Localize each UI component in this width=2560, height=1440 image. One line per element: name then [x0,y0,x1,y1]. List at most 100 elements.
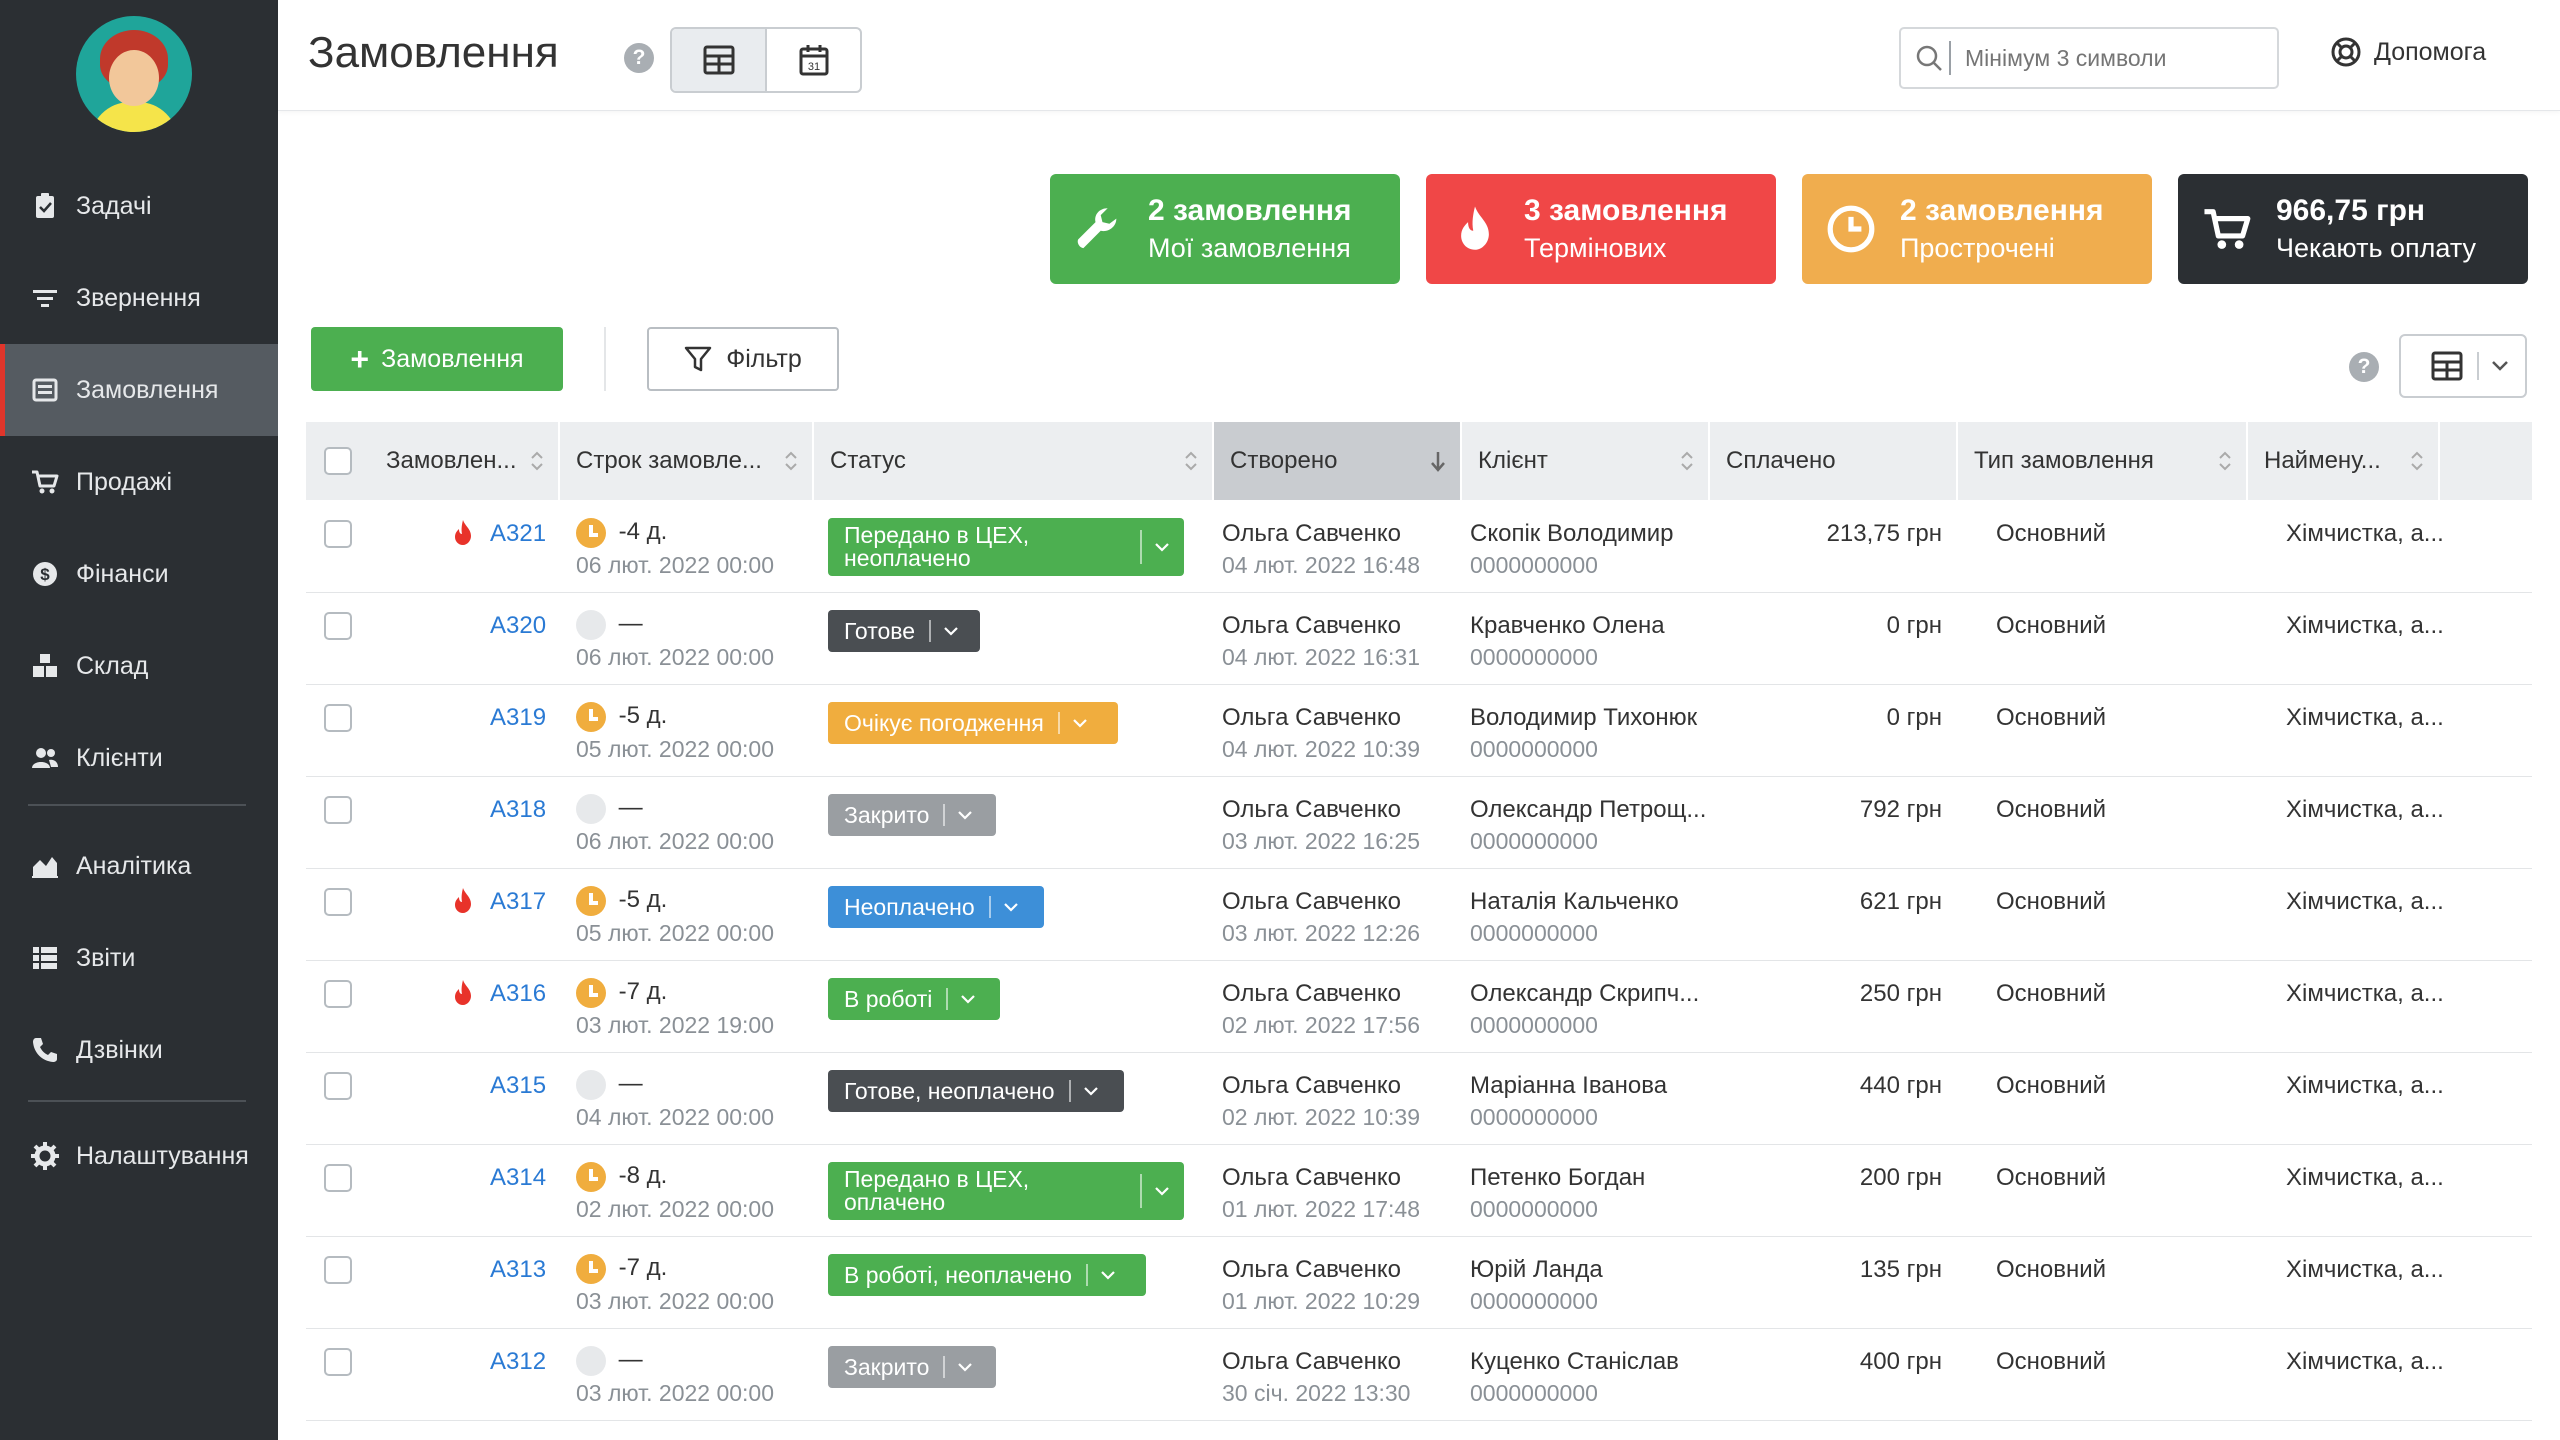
row-checkbox[interactable] [324,612,352,640]
table-row[interactable]: A317 -5 д. 05 лют. 2022 00:00 Неоплачено… [306,868,2532,961]
row-checkbox[interactable] [324,796,352,824]
row-checkbox[interactable] [324,1072,352,1100]
client-name[interactable]: Наталія Кальченко [1470,888,1679,916]
sidebar-item-8[interactable]: Аналітика [0,820,278,912]
status-dropdown[interactable]: Передано в ЦЕХ, неоплачено [828,518,1184,576]
status-dropdown[interactable]: Закрито [828,794,996,836]
sidebar-item-5[interactable]: $ Фінанси [0,528,278,620]
row-checkbox[interactable] [324,1348,352,1376]
chevron-down-icon [1155,1187,1169,1196]
paid-amount: 440 грн [1859,1072,1942,1099]
add-order-button[interactable]: + Замовлення [311,327,563,391]
table-view-button[interactable] [672,29,765,91]
table-row[interactable]: A320 — 06 лют. 2022 00:00 Готове Ольга С… [306,592,2532,685]
search-input[interactable] [1951,43,2267,73]
order-id-link[interactable]: A321 [490,520,546,548]
sidebar-item-3[interactable]: Замовлення [0,344,278,436]
row-checkbox[interactable] [324,1256,352,1284]
table-row[interactable]: A319 -5 д. 05 лют. 2022 00:00 Очікує пог… [306,684,2532,777]
column-header-6[interactable]: Сплачено [1710,422,1958,500]
sidebar-item-10[interactable]: Дзвінки [0,1004,278,1096]
table-row[interactable]: A315 — 04 лют. 2022 00:00 Готове, неопла… [306,1052,2532,1145]
row-checkbox[interactable] [324,980,352,1008]
sidebar-item-2[interactable]: Звернення [0,252,278,344]
row-checkbox[interactable] [324,520,352,548]
table-row[interactable]: A312 — 03 лют. 2022 00:00 Закрито Ольга … [306,1328,2532,1421]
order-id-link[interactable]: A313 [490,1256,546,1284]
column-header-1[interactable]: Замовлен... [370,422,560,500]
row-checkbox[interactable] [324,888,352,916]
order-id-link[interactable]: A316 [490,980,546,1008]
order-id-link[interactable]: A318 [490,796,546,824]
client-name[interactable]: Володимир Тихонюк [1470,704,1697,732]
stat-card-2[interactable]: 3 замовлення Термінових [1426,174,1776,284]
sidebar-item-6[interactable]: Склад [0,620,278,712]
order-type: Основний [1996,980,2107,1007]
status-dropdown[interactable]: Передано в ЦЕХ, оплачено [828,1162,1184,1220]
status-dropdown[interactable]: В роботі, неоплачено [828,1254,1146,1296]
table-help-icon[interactable]: ? [2349,352,2379,382]
status-dropdown[interactable]: Очікує погодження [828,702,1118,744]
column-header-3[interactable]: Статус [814,422,1214,500]
columns-settings-button[interactable] [2399,334,2527,398]
table-row[interactable]: A314 -8 д. 02 лют. 2022 00:00 Передано в… [306,1144,2532,1237]
client-phone: 0000000000 [1470,736,1598,762]
stat-card-1[interactable]: 2 замовлення Мої замовлення [1050,174,1400,284]
chevron-down-icon [1073,719,1087,728]
calendar-view-button[interactable]: 31 [765,29,860,91]
client-name[interactable]: Олександр Скрипч... [1470,980,1699,1008]
table-row[interactable]: A318 — 06 лют. 2022 00:00 Закрито Ольга … [306,776,2532,869]
column-header-4[interactable]: Створено [1214,422,1462,500]
order-id-link[interactable]: A317 [490,888,546,916]
sidebar-item-label: Клієнти [76,743,163,772]
status-label: Неоплачено [844,893,975,920]
order-id-link[interactable]: A312 [490,1348,546,1376]
client-name[interactable]: Олександр Петрощ... [1470,796,1706,824]
sidebar: Задачі Звернення Замовлення Продажі $ Фінанси… [0,0,278,1440]
select-all-checkbox[interactable] [324,447,352,475]
sidebar-icon-wrap [28,189,62,223]
table-row[interactable]: A321 -4 д. 06 лют. 2022 00:00 Передано в… [306,500,2532,593]
order-id-link[interactable]: A319 [490,704,546,732]
order-id-link[interactable]: A320 [490,612,546,640]
status-dropdown[interactable]: В роботі [828,978,1000,1020]
table-row[interactable]: A316 -7 д. 03 лют. 2022 19:00 В роботі О… [306,960,2532,1053]
sidebar-item-9[interactable]: Звіти [0,912,278,1004]
client-name[interactable]: Юрій Ланда [1470,1256,1603,1284]
status-dropdown[interactable]: Готове [828,610,980,652]
add-order-label: Замовлення [381,344,524,373]
deadline-clock-icon [576,610,606,640]
status-dropdown[interactable]: Неоплачено [828,886,1044,928]
column-header-5[interactable]: Клієнт [1462,422,1710,500]
order-id-link[interactable]: A315 [490,1072,546,1100]
client-name[interactable]: Маріанна Іванова [1470,1072,1667,1100]
stat-card-3[interactable]: 2 замовлення Прострочені [1802,174,2152,284]
status-dropdown[interactable]: Закрито [828,1346,996,1388]
sidebar-icon-wrap [28,373,62,407]
sidebar-item-4[interactable]: Продажі [0,436,278,528]
stat-card-4[interactable]: 966,75 грн Чекають оплату [2178,174,2528,284]
table-icon [703,45,734,75]
area-chart-icon [32,857,58,878]
table-row[interactable]: A313 -7 д. 03 лют. 2022 00:00 В роботі, … [306,1236,2532,1329]
status-dropdown[interactable]: Готове, неоплачено [828,1070,1124,1112]
column-header-8[interactable]: Наймену... [2248,422,2440,500]
client-name[interactable]: Петенко Богдан [1470,1164,1645,1192]
client-name[interactable]: Скопік Володимир [1470,520,1674,548]
help-link[interactable]: Допомога [2330,36,2486,68]
dollar-icon: $ [33,562,57,586]
sidebar-item-11[interactable]: Налаштування [0,1110,278,1202]
order-id-link[interactable]: A314 [490,1164,546,1192]
column-header-2[interactable]: Строк замовле... [560,422,814,500]
filter-button[interactable]: Фільтр [647,327,839,391]
avatar[interactable] [76,16,192,132]
help-question-icon[interactable]: ? [624,43,654,73]
row-checkbox[interactable] [324,704,352,732]
sidebar-item-1[interactable]: Задачі [0,160,278,252]
column-header-7[interactable]: Тип замовлення [1958,422,2248,500]
client-name[interactable]: Куценко Станіслав [1470,1348,1679,1376]
deadline-clock-icon [576,886,606,916]
client-name[interactable]: Кравченко Олена [1470,612,1665,640]
row-checkbox[interactable] [324,1164,352,1192]
sidebar-item-7[interactable]: Клієнти [0,712,278,804]
